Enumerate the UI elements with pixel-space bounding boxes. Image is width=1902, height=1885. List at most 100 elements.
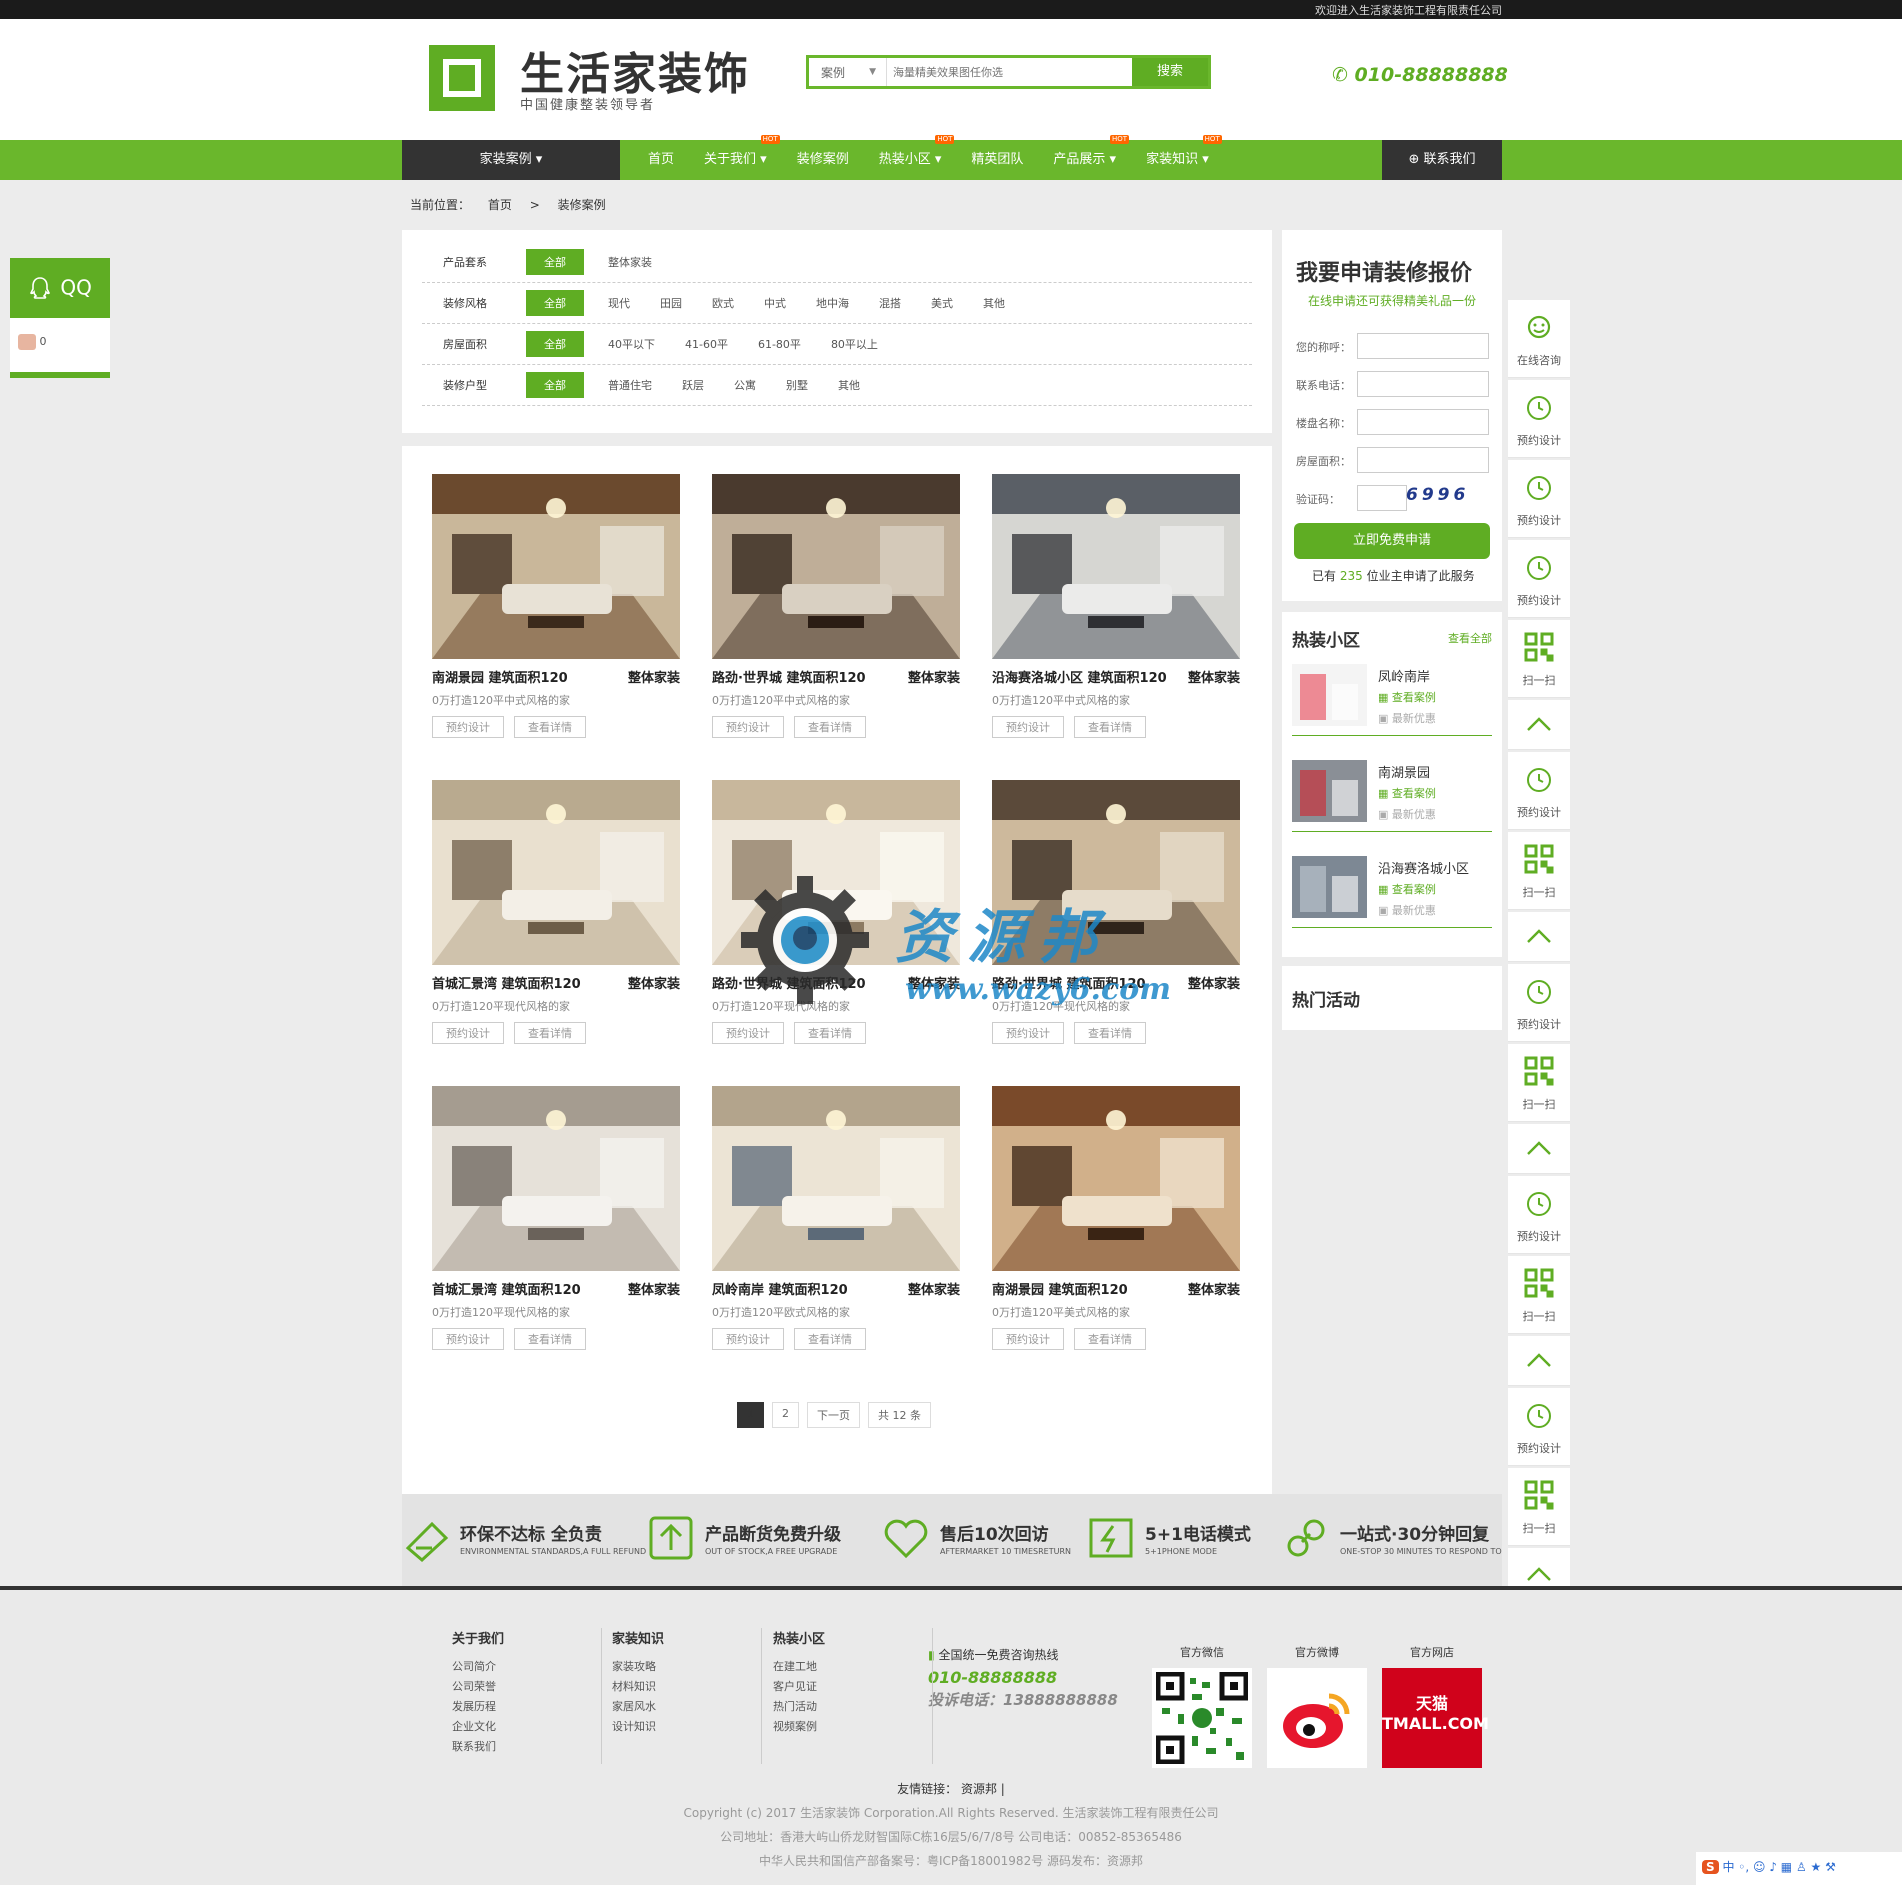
book-design-button[interactable]: 预约设计 [712,1022,784,1044]
filter-option[interactable]: 全部 [526,290,584,316]
book-design-button[interactable]: 预约设计 [432,716,504,738]
filter-option[interactable]: 80平以上 [831,336,878,352]
hot-area-name[interactable]: 沿海赛洛城小区 [1378,858,1469,877]
nav-contact-button[interactable]: ⊕ 联系我们 [1382,140,1502,180]
phone-field[interactable] [1357,371,1489,397]
nav-item[interactable]: 首页 [630,140,689,180]
rail-button[interactable]: 扫一扫 [1508,1468,1570,1546]
breadcrumb-home[interactable]: 首页 [488,198,512,212]
case-title[interactable]: 路劲·世界城 建筑面积120 [712,667,866,686]
footer-link[interactable]: 联系我们 [452,1737,581,1757]
view-cases-link[interactable]: ▦ 查看案例 [1378,881,1436,897]
rail-button[interactable]: 扫一扫 [1508,1044,1570,1122]
filter-option[interactable]: 61-80平 [758,336,801,352]
footer-link[interactable]: 企业文化 [452,1717,581,1737]
case-image[interactable] [992,474,1240,659]
case-card[interactable]: 凤岭南岸 建筑面积120 整体家装 0万打造120平欧式风格的家 预约设计 查看详情 [712,1086,960,1350]
footer-link[interactable]: 家装攻略 [612,1657,741,1677]
nav-item[interactable]: 家装知识 ▾ HOT [1131,135,1224,180]
book-design-button[interactable]: 预约设计 [992,1022,1064,1044]
case-image[interactable] [712,1086,960,1271]
hot-area-photo[interactable] [1292,856,1367,918]
case-card[interactable]: 南湖景园 建筑面积120 整体家装 0万打造120平美式风格的家 预约设计 查看详情 [992,1086,1240,1350]
nav-item[interactable]: 精英团队 [956,140,1038,180]
footer-link[interactable]: 家居风水 [612,1697,741,1717]
apply-button[interactable]: 立即免费申请 [1294,523,1490,559]
case-title[interactable]: 南湖景园 建筑面积120 [432,667,568,686]
tmall-qr[interactable]: 官方网店 天猫 TMALL.COM [1382,1644,1489,1768]
rail-button[interactable]: 预约设计 [1508,380,1570,458]
filter-option[interactable]: 整体家装 [608,254,652,270]
footer-link[interactable]: 热门活动 [773,1697,912,1717]
case-image[interactable] [992,1086,1240,1271]
footer-link[interactable]: 发展历程 [452,1697,581,1717]
filter-option[interactable]: 公寓 [734,377,756,393]
rail-button[interactable]: 在线咨询 [1508,300,1570,378]
hot-area-item[interactable]: 南湖景园 ▦ 查看案例 ▣ 最新优惠 [1292,752,1492,832]
filter-option[interactable]: 普通住宅 [608,377,652,393]
latest-offer-link[interactable]: ▣ 最新优惠 [1378,902,1436,918]
view-detail-button[interactable]: 查看详情 [794,716,866,738]
view-cases-link[interactable]: ▦ 查看案例 [1378,785,1436,801]
book-design-button[interactable]: 预约设计 [712,1328,784,1350]
rail-button[interactable]: 预约设计 [1508,460,1570,538]
ime-toolbar[interactable]: S 中 ◦, ☺ ♪ ▦ ♙ ★ ⚒ [1696,1852,1902,1885]
case-image[interactable] [432,1086,680,1271]
view-detail-button[interactable]: 查看详情 [794,1328,866,1350]
view-detail-button[interactable]: 查看详情 [1074,716,1146,738]
filter-option[interactable]: 美式 [931,295,953,311]
case-image[interactable] [432,474,680,659]
footer-link[interactable]: 设计知识 [612,1717,741,1737]
view-detail-button[interactable]: 查看详情 [1074,1328,1146,1350]
case-card[interactable]: 首城汇景湾 建筑面积120 整体家装 0万打造120平现代风格的家 预约设计 查看详情 [432,1086,680,1350]
rail-button[interactable] [1508,1336,1570,1386]
case-title[interactable]: 首城汇景湾 建筑面积120 [432,1279,581,1298]
search-button[interactable]: 搜索 [1132,58,1208,86]
estate-field[interactable] [1357,409,1489,435]
footer-link[interactable]: 材料知识 [612,1677,741,1697]
breadcrumb-current[interactable]: 装修案例 [558,198,606,212]
nav-item[interactable]: 装修案例 [782,140,864,180]
rail-button[interactable]: 预约设计 [1508,1176,1570,1254]
book-design-button[interactable]: 预约设计 [432,1328,504,1350]
rail-button[interactable]: 扫一扫 [1508,832,1570,910]
view-detail-button[interactable]: 查看详情 [514,716,586,738]
case-title[interactable]: 沿海赛洛城小区 建筑面积120 [992,667,1167,686]
case-title[interactable]: 南湖景园 建筑面积120 [992,1279,1128,1298]
filter-option[interactable]: 欧式 [712,295,734,311]
footer-link[interactable]: 视频案例 [773,1717,912,1737]
filter-option[interactable]: 全部 [526,372,584,398]
nav-category-dropdown[interactable]: 家装案例 ▾ [402,140,620,180]
case-title[interactable]: 首城汇景湾 建筑面积120 [432,973,581,992]
case-image[interactable] [712,474,960,659]
page-2[interactable]: 2 [772,1402,799,1428]
friend-link[interactable]: 资源邦 | [961,1782,1005,1796]
view-detail-button[interactable]: 查看详情 [514,1328,586,1350]
hot-area-name[interactable]: 南湖景园 [1378,762,1430,781]
qq-header[interactable]: QQ [10,258,110,318]
name-field[interactable] [1357,333,1489,359]
nav-item[interactable]: 产品展示 ▾ HOT [1038,135,1131,180]
filter-option[interactable]: 别墅 [786,377,808,393]
case-title[interactable]: 凤岭南岸 建筑面积120 [712,1279,848,1298]
rail-button[interactable]: 预约设计 [1508,752,1570,830]
footer-link[interactable]: 公司简介 [452,1657,581,1677]
qq-float[interactable]: QQ 0 [10,258,110,378]
rail-button[interactable]: 扫一扫 [1508,1256,1570,1334]
hot-area-photo[interactable] [1292,664,1367,726]
book-design-button[interactable]: 预约设计 [992,716,1064,738]
rail-button[interactable]: 扫一扫 [1508,620,1570,698]
footer-link[interactable]: 客户见证 [773,1677,912,1697]
captcha-image[interactable]: 6996 [1406,485,1469,505]
latest-offer-link[interactable]: ▣ 最新优惠 [1378,710,1436,726]
latest-offer-link[interactable]: ▣ 最新优惠 [1378,806,1436,822]
book-design-button[interactable]: 预约设计 [712,716,784,738]
case-card[interactable]: 沿海赛洛城小区 建筑面积120 整体家装 0万打造120平中式风格的家 预约设计 查看详… [992,474,1240,738]
hot-areas-view-all[interactable]: 查看全部 [1448,630,1492,646]
rail-button[interactable]: 预约设计 [1508,1388,1570,1466]
view-cases-link[interactable]: ▦ 查看案例 [1378,689,1436,705]
view-detail-button[interactable]: 查看详情 [1074,1022,1146,1044]
next-page[interactable]: 下一页 [807,1402,860,1428]
page-1[interactable]: 1 [737,1402,764,1428]
book-design-button[interactable]: 预约设计 [432,1022,504,1044]
